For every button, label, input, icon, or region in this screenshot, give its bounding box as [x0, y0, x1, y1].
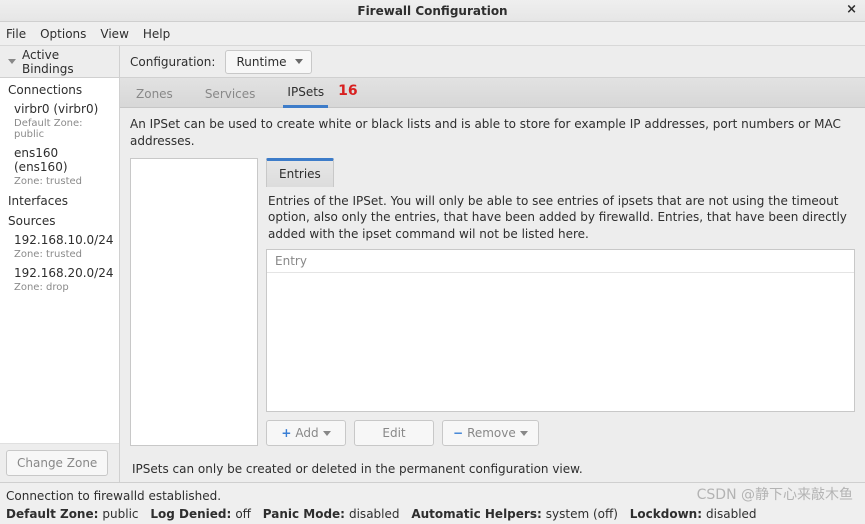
configuration-value: Runtime: [236, 55, 286, 69]
status-default-zone-label: Default Zone:: [6, 505, 98, 523]
window-title: Firewall Configuration: [357, 4, 507, 18]
title-bar: Firewall Configuration ×: [0, 0, 865, 22]
status-log-denied-label: Log Denied:: [150, 505, 231, 523]
menu-options[interactable]: Options: [40, 27, 86, 41]
remove-button[interactable]: −Remove: [442, 420, 539, 446]
ipset-footer-note: IPSets can only be created or deleted in…: [130, 454, 855, 476]
status-lockdown-label: Lockdown:: [630, 505, 702, 523]
configuration-label: Configuration:: [130, 55, 215, 69]
entry-column-header: Entry: [267, 250, 854, 273]
entries-description: Entries of the IPSet. You will only be a…: [266, 187, 855, 249]
close-icon[interactable]: ×: [846, 2, 857, 17]
sidebar-item-virbr0[interactable]: virbr0 (virbr0): [0, 100, 119, 118]
entries-body[interactable]: [267, 273, 854, 411]
menu-view[interactable]: View: [100, 27, 128, 41]
sidebar-section-interfaces: Interfaces: [0, 191, 119, 211]
minus-icon: −: [453, 426, 463, 440]
menu-help[interactable]: Help: [143, 27, 170, 41]
sidebar: Connections virbr0 (virbr0) Default Zone…: [0, 78, 120, 482]
main-panel: Zones Services IPSets 16 An IPSet can be…: [120, 78, 865, 482]
status-helpers-value: system (off): [546, 505, 618, 523]
status-helpers-label: Automatic Helpers:: [411, 505, 541, 523]
status-log-denied-value: off: [235, 505, 251, 523]
toolbar: Active Bindings Configuration: Runtime: [0, 46, 865, 78]
sidebar-item-source-1[interactable]: 192.168.10.0/24: [0, 231, 119, 249]
active-bindings-label: Active Bindings: [22, 48, 111, 76]
plus-icon: +: [281, 426, 291, 440]
sidebar-item-source-2[interactable]: 192.168.20.0/24: [0, 264, 119, 282]
status-connection: Connection to firewalld established.: [6, 487, 859, 505]
tab-services[interactable]: Services: [201, 81, 260, 107]
change-zone-button[interactable]: Change Zone: [6, 450, 108, 476]
annotation-number: 16: [338, 83, 357, 103]
menu-file[interactable]: File: [6, 27, 26, 41]
configuration-dropdown[interactable]: Runtime: [225, 50, 311, 74]
status-bar: Connection to firewalld established. Def…: [0, 482, 865, 524]
chevron-down-icon: [520, 431, 528, 436]
active-bindings-header[interactable]: Active Bindings: [0, 46, 120, 77]
sidebar-zone-source-2: Zone: drop: [0, 282, 119, 297]
sidebar-section-sources: Sources: [0, 211, 119, 231]
sidebar-section-connections: Connections: [0, 80, 119, 100]
chevron-down-icon: [323, 431, 331, 436]
status-default-zone-value: public: [102, 505, 138, 523]
config-bar: Configuration: Runtime: [120, 46, 865, 77]
edit-button[interactable]: Edit: [354, 420, 434, 446]
tab-bar: Zones Services IPSets 16: [120, 78, 865, 108]
add-button[interactable]: +Add: [266, 420, 346, 446]
tab-zones[interactable]: Zones: [132, 81, 177, 107]
sidebar-item-ens160[interactable]: ens160 (ens160): [0, 144, 119, 176]
tab-entries[interactable]: Entries: [266, 158, 334, 187]
ipset-description: An IPSet can be used to create white or …: [130, 116, 855, 150]
chevron-down-icon: [8, 59, 16, 64]
sidebar-zone-source-1: Zone: trusted: [0, 249, 119, 264]
sidebar-zone-ens160: Zone: trusted: [0, 176, 119, 191]
menu-bar: File Options View Help: [0, 22, 865, 46]
status-lockdown-value: disabled: [706, 505, 757, 523]
tab-ipsets[interactable]: IPSets: [283, 79, 328, 108]
ipset-listbox[interactable]: [130, 158, 258, 446]
sidebar-zone-virbr0: Default Zone: public: [0, 118, 119, 144]
status-panic-label: Panic Mode:: [263, 505, 345, 523]
status-panic-value: disabled: [349, 505, 400, 523]
entries-table: Entry: [266, 249, 855, 412]
